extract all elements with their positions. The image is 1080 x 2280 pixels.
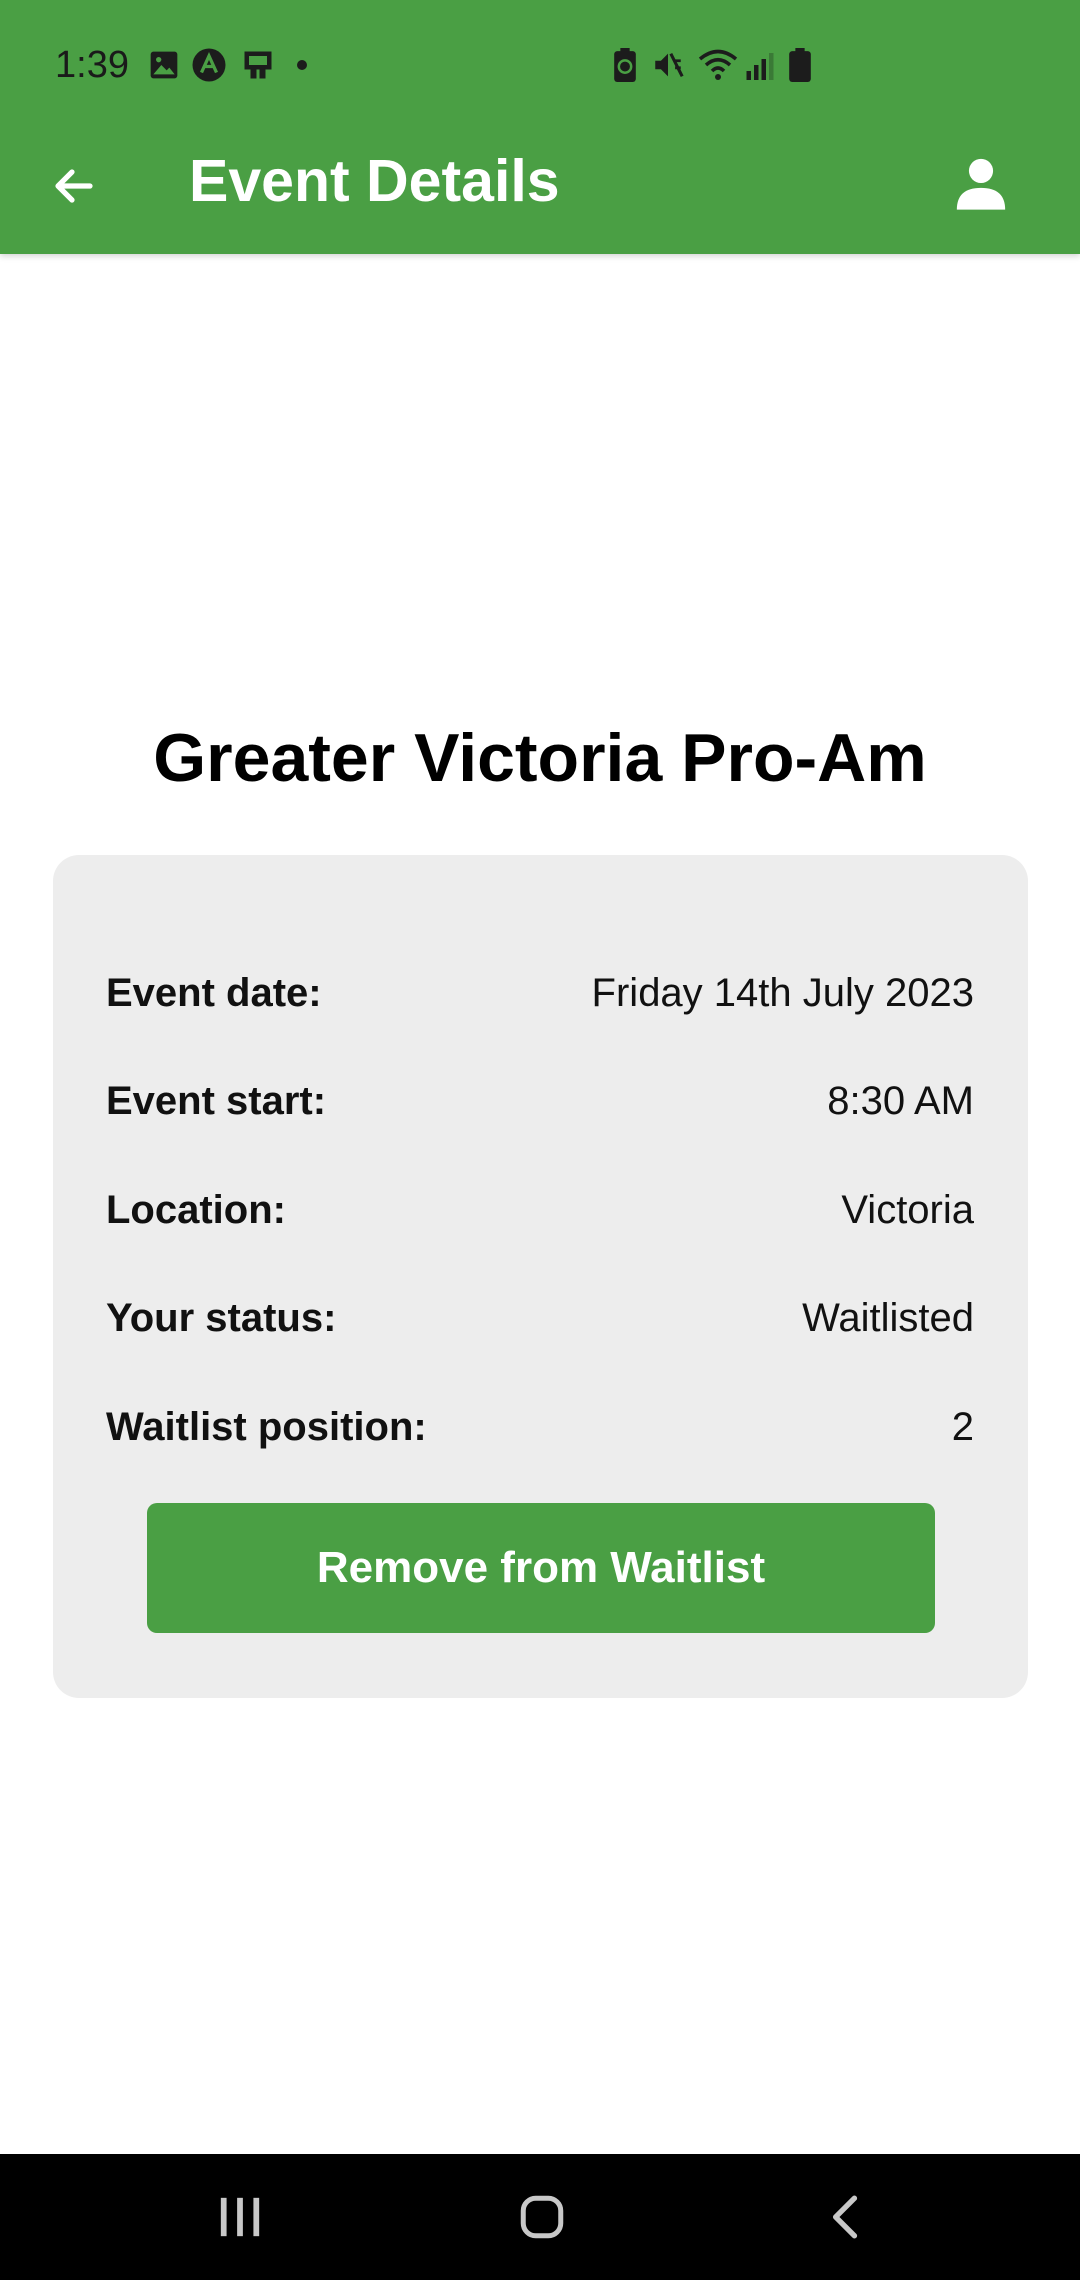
status-time: 1:39: [55, 44, 129, 86]
home-icon: [520, 2195, 564, 2239]
detail-value: 2: [951, 1404, 974, 1449]
detail-value: Victoria: [841, 1187, 974, 1232]
detail-row-event-start: Event start: 8:30 AM: [106, 1071, 974, 1131]
detail-label: Waitlist position:: [106, 1404, 427, 1449]
detail-row-status: Your status: Waitlisted: [106, 1288, 974, 1348]
signal-icon: [744, 47, 776, 83]
remove-from-waitlist-button[interactable]: Remove from Waitlist: [147, 1503, 935, 1633]
cast-icon: [238, 47, 278, 83]
dot-icon: [294, 47, 310, 83]
back-button[interactable]: [40, 152, 108, 220]
back-icon: [832, 2195, 858, 2239]
app-header: 1:39 Event Details: [0, 0, 1080, 254]
detail-value: 8:30 AM: [827, 1078, 974, 1123]
recents-icon: [220, 2197, 260, 2237]
person-icon: [956, 158, 1006, 210]
mute-icon: [650, 47, 686, 83]
event-details-card: Event date: Friday 14th July 2023 Event …: [53, 855, 1028, 1698]
detail-label: Location:: [106, 1187, 286, 1232]
wifi-icon: [696, 47, 740, 83]
battery-icon: [786, 47, 814, 83]
recents-button[interactable]: [200, 2180, 280, 2254]
status-bar: 1:39: [0, 0, 1080, 130]
detail-value: Friday 14th July 2023: [591, 970, 974, 1015]
detail-label: Event start:: [106, 1078, 327, 1123]
app-bar: Event Details: [0, 130, 1080, 254]
system-nav-bar: [0, 2154, 1080, 2280]
page-title: Event Details: [189, 148, 560, 214]
detail-value: Waitlisted: [802, 1295, 974, 1340]
detail-row-waitlist-position: Waitlist position: 2: [106, 1397, 974, 1457]
detail-label: Event date:: [106, 970, 322, 1015]
detail-label: Your status:: [106, 1295, 337, 1340]
home-button[interactable]: [502, 2180, 582, 2254]
detail-row-event-date: Event date: Friday 14th July 2023: [106, 963, 974, 1023]
system-back-button[interactable]: [804, 2180, 884, 2254]
profile-button[interactable]: [944, 146, 1018, 220]
app-a-icon: [190, 47, 228, 83]
arrow-left-icon: [55, 169, 93, 203]
gallery-icon: [146, 47, 182, 83]
battery-saver-icon: [610, 47, 640, 83]
event-name: Greater Victoria Pro-Am: [153, 720, 927, 796]
detail-row-location: Location: Victoria: [106, 1180, 974, 1240]
